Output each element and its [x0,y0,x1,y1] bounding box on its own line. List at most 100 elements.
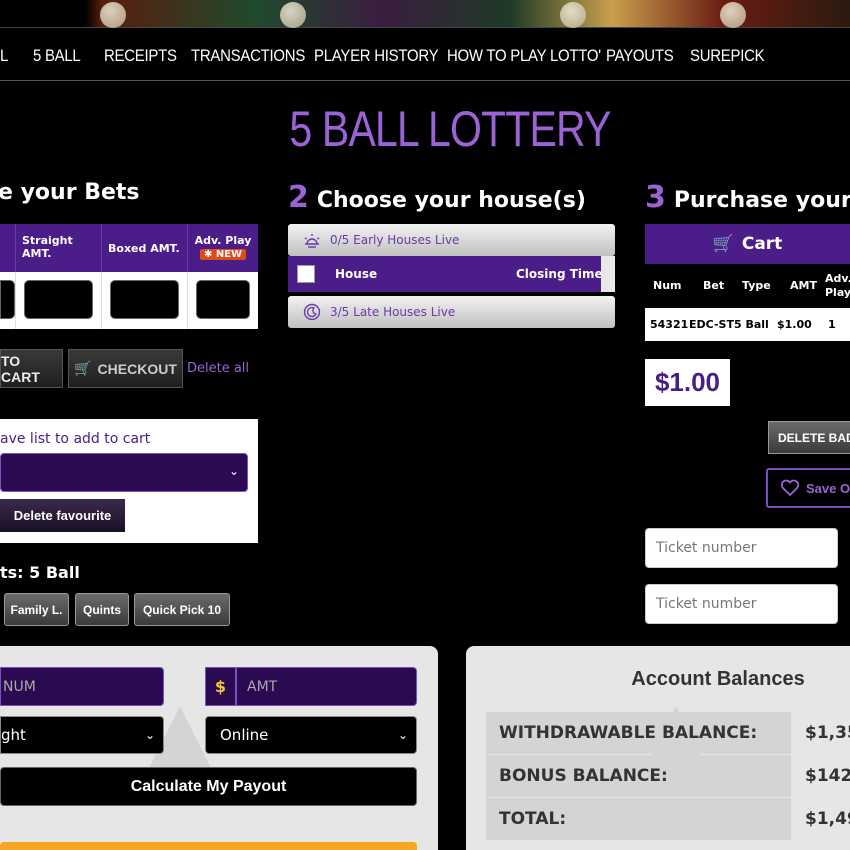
step1-title: e your Bets [0,180,140,205]
total-balance-label: TOTAL: [499,809,567,829]
page-title: 5 BALL LOTTERY [289,101,611,157]
lottery-ball-image [560,2,586,28]
nav-item-5-ball[interactable]: 5 BALL [33,46,81,66]
payout-calculator-panel: NUM $ AMT ght ⌄ Online ⌄ Calculate My Payo… [0,646,438,850]
withdrawable-balance-row: WITHDRAWABLE BALANCE: $1,35 [486,712,850,754]
cart-total: $1.00 [645,359,730,406]
cart-header: 🛒 Cart [645,224,850,264]
checkout-label: CHECKOUT [97,360,177,377]
calc-amt-input[interactable]: AMT [236,667,417,706]
house-scrollbar[interactable] [601,256,615,292]
withdrawable-balance-label: WITHDRAWABLE BALANCE: [499,723,758,743]
early-houses-toggle[interactable]: 0/5 Early Houses Live [288,224,615,256]
step3-title: 3 Purchase your be [645,180,850,215]
cart-row-num: 54321 [650,318,689,331]
lottery-ball-image [100,2,126,28]
ticket-number-input[interactable]: Ticket number [645,528,838,568]
favourites-label: ave list to add to cart [0,431,151,447]
header-banner [0,0,850,28]
late-houses-label: 3/5 Late Houses Live [330,305,456,319]
cart-col-adv-play: Adv. Play [825,272,850,299]
quick-pick-quints-button[interactable]: Quints [75,593,129,626]
bonus-balance-value: $142. [791,755,850,797]
bets-col-adv-play-label: Adv. Play [194,234,252,247]
nav-item-surepick[interactable]: SUREPICK [690,46,765,66]
save-order-button[interactable]: Save Or [766,468,850,508]
step2-title-text: Choose your house(s) [316,188,586,213]
step1-title-text: e your Bets [0,180,140,205]
quick-pick-10-button[interactable]: Quick Pick 10 [134,593,230,626]
calc-submit-button[interactable] [0,842,417,850]
calculate-payout-button[interactable]: Calculate My Payout [0,767,417,806]
nav-item-payouts[interactable]: PAYOUTS [606,46,674,66]
cart-col-amt: AMT [790,279,817,292]
channel-select[interactable]: Online ⌄ [205,716,417,754]
cart-row-type: 5 Ball [734,318,769,331]
new-badge-text: NEW [215,249,243,260]
delete-bad-button[interactable]: DELETE BAD I [768,421,850,454]
bets-col-adv-play: Adv. Play ✱ NEW [188,224,258,272]
adv-play-input[interactable] [196,280,250,319]
bets-col-straight: Straight AMT. [16,224,102,272]
house-table-header: House Closing Time [288,256,615,292]
step2-title: 2 Choose your house(s) [288,180,586,215]
cart-col-bet: Bet [703,279,725,292]
total-balance-row: TOTAL: $1,49 [486,798,850,840]
chevron-down-icon: ⌄ [144,728,155,742]
bets-col-stub [0,224,16,272]
chevron-down-icon: ⌄ [397,728,408,742]
delete-all-link[interactable]: Delete all [187,361,249,376]
add-to-cart-button[interactable]: TO CART [0,349,63,388]
bet-type-select[interactable]: ght ⌄ [0,716,164,754]
calc-num-input[interactable]: NUM [0,667,164,706]
nav-item-receipts[interactable]: RECEIPTS [104,46,177,66]
moon-icon [303,303,321,321]
bonus-balance-label: BONUS BALANCE: [499,766,668,786]
favourites-panel: ave list to add to cart ⌄ Delete favouri… [0,419,258,543]
main-nav: L 5 BALL RECEIPTS TRANSACTIONS PLAYER HI… [0,29,850,81]
bets-col-boxed: Boxed AMT. [102,224,188,272]
cart-columns: Num Bet Type AMT Adv. Play [645,270,850,304]
save-order-label: Save Or [806,480,850,496]
cart-icon: 🛒 [74,360,92,376]
cart-row: 54321 EDC-ST 5 Ball $1.00 1 [645,308,850,341]
nav-item-all[interactable]: L [0,46,8,66]
lottery-ball-image [280,2,306,28]
heart-icon [780,479,800,497]
bonus-balance-row: BONUS BALANCE: $142. [486,755,850,797]
straight-amount-input[interactable] [24,280,93,319]
bet-type-value: ght [1,726,26,744]
step3-number: 3 [645,180,666,215]
channel-value: Online [220,726,269,744]
bets-subtitle: ts: 5 Ball [0,563,80,582]
step3-title-text: Purchase your be [673,188,850,213]
balances-title: Account Balances [631,668,805,690]
nav-item-how-to-play[interactable]: HOW TO PLAY LOTTO' [447,46,601,66]
ticket-number-input[interactable]: Ticket number [645,584,838,624]
number-input[interactable] [0,280,15,319]
delete-favourite-button[interactable]: Delete favourite [0,499,125,532]
cart-col-num: Num [653,279,682,292]
cart-col-type: Type [742,279,771,292]
closing-time-col-label: Closing Time [516,267,603,281]
select-all-houses-checkbox[interactable] [297,265,315,283]
quick-pick-family-button[interactable]: Family L. [4,593,69,626]
sunrise-icon [304,234,320,248]
cart-icon: 🛒 [712,234,734,254]
cart-row-adv-play: 1 [828,318,836,331]
bets-table: Straight AMT. Boxed AMT. Adv. Play ✱ NEW [0,224,258,329]
late-houses-toggle[interactable]: 3/5 Late Houses Live [288,296,615,328]
lottery-ball-image [720,2,746,28]
step2-number: 2 [288,180,309,215]
cart-row-bet: EDC-ST [689,318,734,331]
nav-item-transactions[interactable]: TRANSACTIONS [191,46,305,66]
chevron-down-icon: ⌄ [228,464,239,478]
nav-item-player-history[interactable]: PLAYER HISTORY [314,46,439,66]
add-to-cart-label: TO CART [1,352,40,385]
favourites-select[interactable]: ⌄ [0,453,248,492]
checkout-button[interactable]: 🛒 CHECKOUT [68,349,183,388]
house-col-label: House [335,267,378,281]
boxed-amount-input[interactable] [110,280,179,319]
cart-row-amt: $1.00 [777,318,812,331]
new-badge: ✱ NEW [199,249,247,260]
